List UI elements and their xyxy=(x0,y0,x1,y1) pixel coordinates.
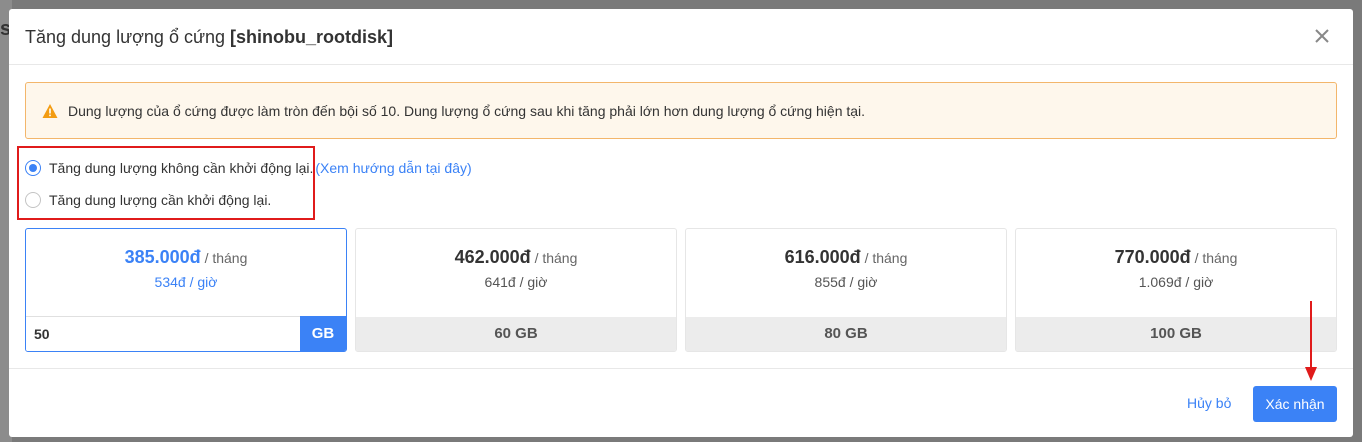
plan-per-month: / tháng xyxy=(204,250,248,266)
plan-price: 616.000đ xyxy=(784,247,861,267)
alert-text: Dung lượng của ổ cứng được làm tròn đến … xyxy=(68,102,866,119)
plan-price-line: 462.000đ / tháng xyxy=(356,247,676,268)
plan-hourly: 534đ / giờ xyxy=(154,274,218,290)
warning-alert: Dung lượng của ổ cứng được làm tròn đến … xyxy=(25,82,1337,139)
confirm-button[interactable]: Xác nhận xyxy=(1253,386,1337,422)
radio-restart[interactable] xyxy=(25,192,41,208)
annotation-arrow-icon xyxy=(1305,301,1317,381)
plan-hourly: 855đ / giờ xyxy=(814,274,878,290)
option-no-restart-label: Tăng dung lượng không cần khởi động lại. xyxy=(49,160,314,176)
radio-no-restart[interactable] xyxy=(25,160,41,176)
guide-link[interactable]: (Xem hướng dẫn tại đây) xyxy=(315,160,471,176)
cancel-button[interactable]: Hủy bỏ xyxy=(1187,395,1231,411)
modal-title-prefix: Tăng dung lượng ổ cứng xyxy=(25,27,231,47)
modal-title: Tăng dung lượng ổ cứng [shinobu_rootdisk… xyxy=(25,27,393,48)
plan-price: 385.000đ xyxy=(124,247,201,267)
modal-title-disk: [shinobu_rootdisk] xyxy=(230,27,394,47)
option-restart-label: Tăng dung lượng cần khởi động lại. xyxy=(49,192,272,208)
plan-per-month: / tháng xyxy=(864,250,908,266)
modal-header: Tăng dung lượng ổ cứng [shinobu_rootdisk… xyxy=(9,9,1353,65)
plan-card-custom[interactable]: 385.000đ / tháng 534đ / giờ 50 GB xyxy=(25,228,347,352)
plan-price: 770.000đ xyxy=(1114,247,1191,267)
size-unit-addon: GB xyxy=(300,316,346,351)
close-icon xyxy=(1315,29,1329,43)
plan-list: 385.000đ / tháng 534đ / giờ 50 GB 462.00… xyxy=(25,228,1337,352)
plan-per-month: / tháng xyxy=(534,250,578,266)
plan-hourly: 641đ / giờ xyxy=(484,274,548,290)
close-button[interactable] xyxy=(1311,25,1333,47)
plan-price: 462.000đ xyxy=(454,247,531,267)
size-input[interactable]: 50 xyxy=(26,316,302,351)
warning-icon xyxy=(42,103,58,118)
plan-card-80gb[interactable]: 616.000đ / tháng 855đ / giờ 80 GB xyxy=(685,228,1007,352)
resize-disk-modal: Tăng dung lượng ổ cứng [shinobu_rootdisk… xyxy=(9,9,1353,437)
plan-hourly: 1.069đ / giờ xyxy=(1138,274,1214,290)
plan-size: 100 GB xyxy=(1016,317,1336,351)
plan-size: 60 GB xyxy=(356,317,676,351)
plan-price-line: 385.000đ / tháng xyxy=(26,247,346,268)
plan-card-60gb[interactable]: 462.000đ / tháng 641đ / giờ 60 GB xyxy=(355,228,677,352)
option-no-restart[interactable]: Tăng dung lượng không cần khởi động lại.… xyxy=(25,160,472,176)
restart-option-group: Tăng dung lượng không cần khởi động lại.… xyxy=(17,146,472,220)
option-restart[interactable]: Tăng dung lượng cần khởi động lại. xyxy=(25,192,271,208)
modal-footer: Hủy bỏ Xác nhận xyxy=(9,368,1353,437)
plan-card-100gb[interactable]: 770.000đ / tháng 1.069đ / giờ 100 GB xyxy=(1015,228,1337,352)
plan-price-line: 770.000đ / tháng xyxy=(1016,247,1336,268)
plan-size: 80 GB xyxy=(686,317,1006,351)
plan-per-month: / tháng xyxy=(1194,250,1238,266)
plan-price-line: 616.000đ / tháng xyxy=(686,247,1006,268)
